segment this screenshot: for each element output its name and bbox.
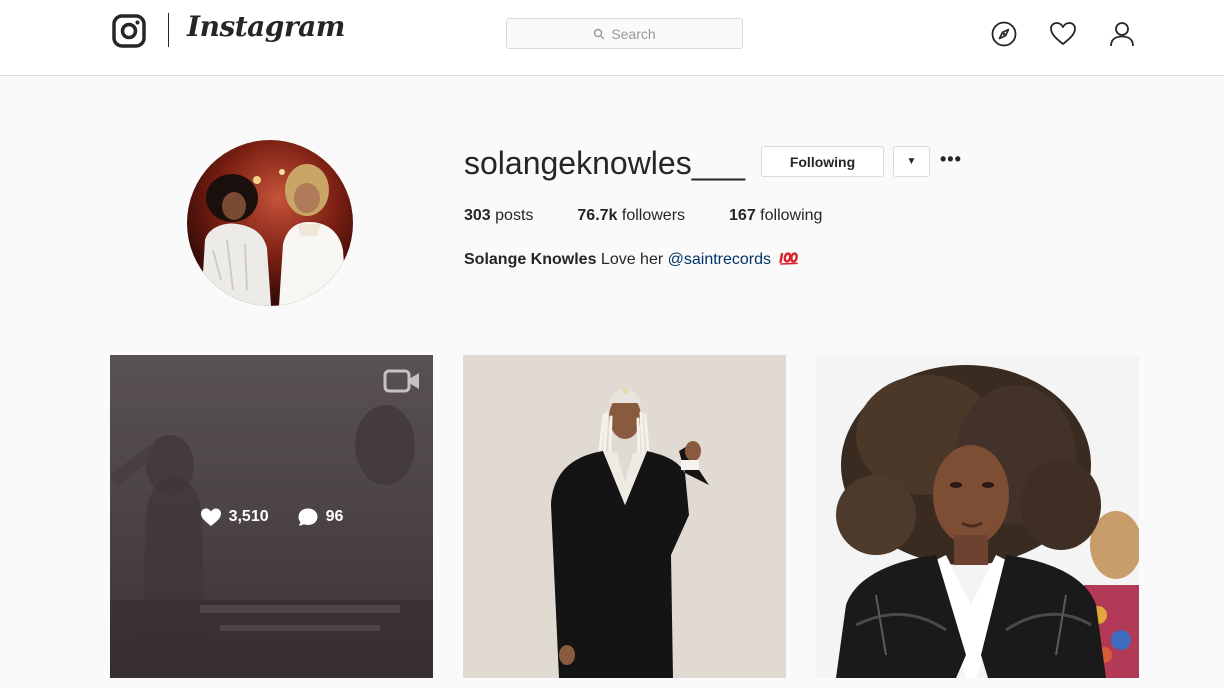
followers-count: 76.7k — [577, 207, 618, 224]
post-likes-count: 3,510 — [228, 507, 269, 525]
instagram-camera-icon[interactable] — [112, 14, 146, 48]
heart-icon — [200, 508, 221, 526]
compass-icon[interactable] — [990, 20, 1018, 48]
bio-mention-link[interactable]: @saintrecords — [668, 251, 771, 268]
search-placeholder: Search — [611, 25, 656, 42]
following-count: 167 — [729, 207, 756, 224]
top-navigation-bar: Instagram Search — [0, 0, 1224, 76]
hundred-points-emoji-icon — [779, 252, 799, 265]
post-hover-overlay: 3,510 96 — [110, 355, 433, 678]
post-thumbnail[interactable] — [463, 355, 786, 678]
post-image — [463, 355, 786, 678]
post-comments: 96 — [297, 507, 344, 527]
following-label: following — [755, 207, 823, 224]
instagram-wordmark[interactable]: Instagram — [187, 10, 345, 43]
followers-stat[interactable]: 76.7k followers — [577, 207, 685, 225]
posts-count: 303 — [464, 207, 491, 224]
posts-label: posts — [490, 207, 534, 224]
post-thumbnail[interactable]: 3,510 96 — [110, 355, 433, 678]
comment-icon — [298, 508, 318, 526]
following-stat[interactable]: 167 following — [729, 207, 822, 225]
more-options-button[interactable]: ••• — [940, 150, 962, 172]
post-comments-count: 96 — [325, 507, 344, 525]
followers-label: followers — [617, 207, 686, 224]
profile-bio: Solange Knowles Love her @saintrecords — [464, 251, 799, 269]
search-icon — [594, 28, 605, 39]
bio-text: Love her — [596, 251, 668, 268]
profile-avatar — [187, 140, 353, 306]
bio-full-name: Solange Knowles — [464, 251, 597, 268]
posts-stat: 303 posts — [464, 207, 533, 225]
post-likes: 3,510 — [200, 507, 269, 527]
search-input[interactable]: Search — [506, 18, 743, 49]
heart-icon[interactable] — [1049, 20, 1077, 48]
logo-divider — [168, 13, 169, 47]
suggestions-dropdown-button[interactable]: ▼ — [893, 146, 930, 177]
user-icon[interactable] — [1108, 20, 1136, 48]
post-thumbnail[interactable] — [816, 355, 1139, 678]
profile-username: solangeknowles___ — [464, 145, 746, 181]
profile-stats: 303 posts 76.7k followers 167 following — [464, 207, 866, 225]
following-button[interactable]: Following — [761, 146, 884, 177]
post-image — [816, 355, 1139, 678]
